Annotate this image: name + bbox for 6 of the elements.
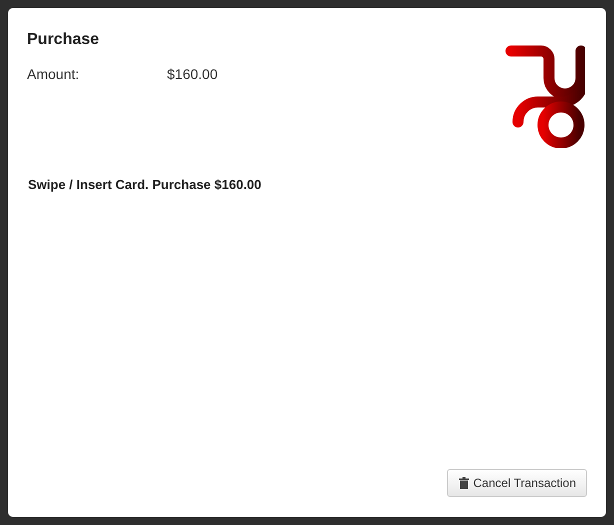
field-label: Amount: (27, 66, 80, 82)
status-message: Swipe / Insert Card. Purchase $160.00 (28, 177, 262, 192)
dialog-title: Purchase (27, 31, 100, 49)
field-value: $160.00 (167, 66, 218, 82)
cancel-button[interactable]: Cancel Transaction (447, 469, 587, 497)
trash-icon (459, 477, 470, 489)
